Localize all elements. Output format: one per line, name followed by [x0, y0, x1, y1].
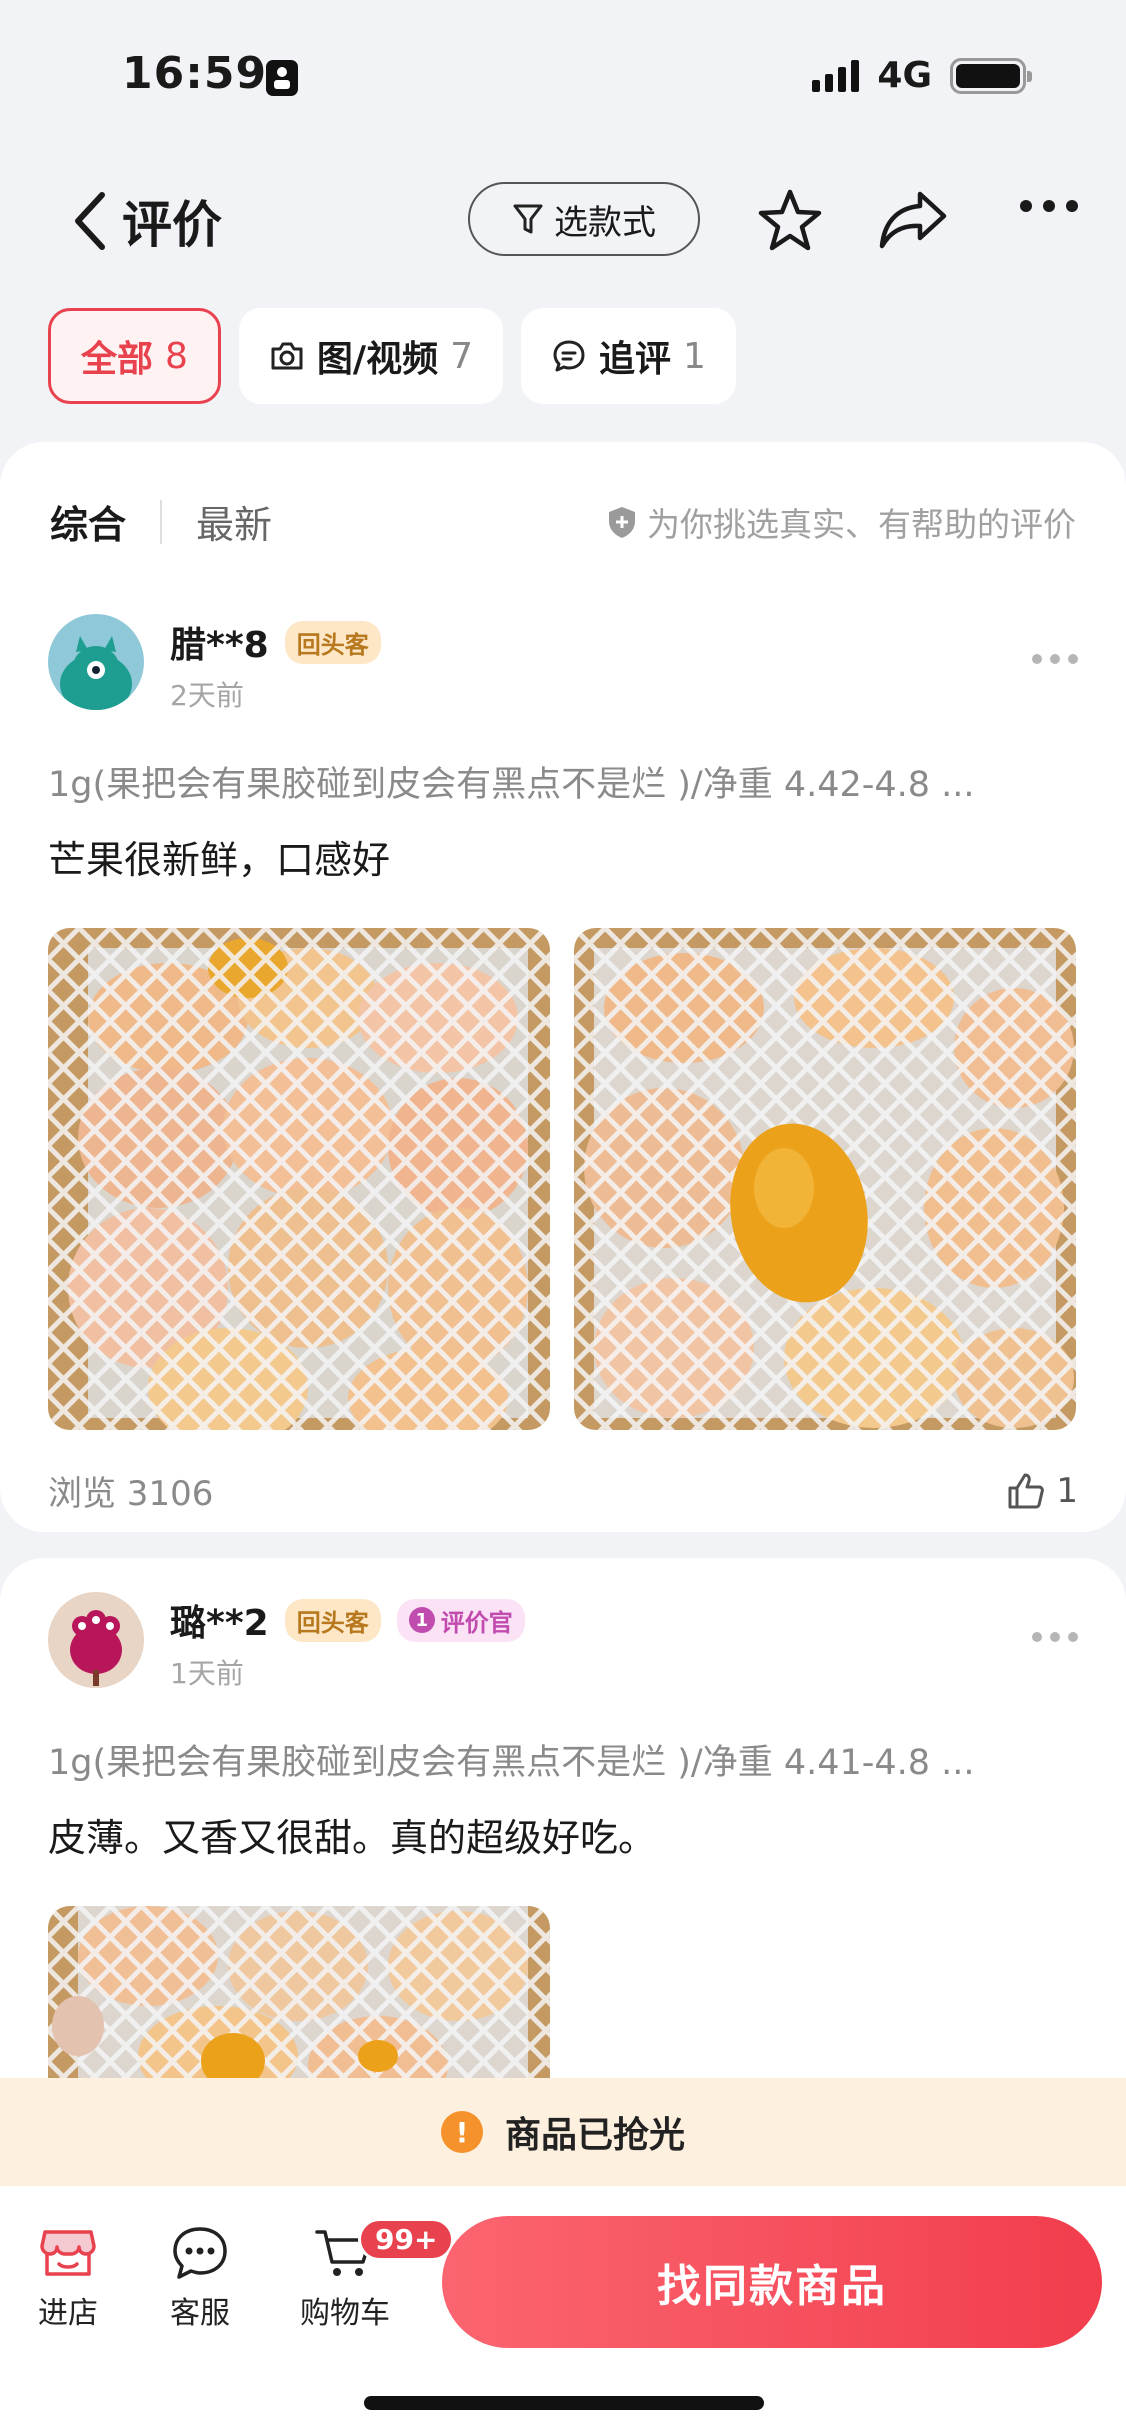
review-time: 2天前	[170, 679, 244, 712]
badge-level-icon: 1	[408, 1607, 435, 1633]
back-button[interactable]: 评价	[70, 185, 222, 257]
sort-tab-overall[interactable]: 综合	[50, 494, 126, 549]
review-time: 1天前	[170, 1657, 244, 1690]
review-more-icon[interactable]	[1032, 1632, 1078, 1642]
filter-chip-media[interactable]: 图/视频 7	[238, 308, 503, 404]
cellular-signal-icon	[812, 59, 860, 92]
share-icon[interactable]	[878, 188, 950, 250]
review-more-icon[interactable]	[1032, 654, 1078, 664]
status-time: 16:59	[122, 48, 268, 99]
style-filter-label: 选款式	[554, 202, 656, 243]
sold-out-notice: ! 商品已抢光	[0, 2078, 1126, 2186]
sort-hint: 为你挑选真实、有帮助的评价	[607, 498, 1076, 546]
review-photo[interactable]	[48, 928, 550, 1430]
filter-icon	[513, 204, 543, 234]
review-photo[interactable]	[574, 928, 1076, 1430]
cart-button[interactable]: 购物车 99+	[300, 2218, 455, 2332]
customer-service-button[interactable]: 客服	[170, 2226, 230, 2332]
battery-icon	[950, 57, 1032, 94]
sort-tab-latest[interactable]: 最新	[196, 494, 272, 549]
lock-screen-icon	[266, 60, 298, 96]
cart-label: 购物车	[300, 2296, 390, 2331]
divider	[160, 499, 163, 544]
store-button[interactable]: 进店	[38, 2226, 98, 2332]
reviewer-name: 璐**2	[170, 1603, 269, 1644]
network-type: 4G	[877, 55, 932, 96]
home-indicator	[364, 2396, 764, 2410]
like-button[interactable]: 1	[1006, 1471, 1078, 1511]
shield-icon	[609, 506, 635, 538]
comment-icon	[553, 340, 585, 372]
find-similar-button[interactable]: 找同款商品	[442, 2216, 1102, 2348]
filter-chips: 全部 8 图/视频 7 追评 1	[48, 308, 736, 404]
review-content: 皮薄。又香又很甜。真的超级好吃。	[48, 1816, 657, 1860]
reviewer-official-badge: 1 评价官	[396, 1598, 525, 1642]
view-count: 浏览 3106	[48, 1474, 214, 1514]
chat-icon	[173, 2227, 227, 2279]
product-spec: 1g(果把会有果胶碰到皮会有黑点不是烂 )/净重 4.42-4.8 ...	[48, 765, 975, 805]
alert-icon: !	[440, 2111, 483, 2153]
reviewer-name: 腊**8	[170, 625, 269, 666]
like-count: 1	[1056, 1470, 1078, 1511]
sold-out-text: 商品已抢光	[504, 2115, 685, 2156]
review-content: 芒果很新鲜，口感好	[48, 838, 391, 882]
review-item: 腊**8 回头客 2天前 1g(果把会有果胶碰到皮会有黑点不是烂 )/净重 4.…	[48, 614, 1078, 1515]
status-bar: 16:59 4G	[0, 0, 1126, 150]
repeat-customer-badge: 回头客	[284, 620, 381, 664]
filter-chip-followup[interactable]: 追评 1	[520, 308, 736, 404]
sort-bar: 综合 最新 为你挑选真实、有帮助的评价	[50, 494, 1076, 549]
star-icon[interactable]	[756, 188, 824, 254]
customer-service-label: 客服	[170, 2296, 230, 2331]
more-options-icon[interactable]	[1018, 198, 1080, 214]
avatar[interactable]	[48, 614, 144, 710]
store-label: 进店	[38, 2296, 98, 2331]
style-filter-button[interactable]: 选款式	[468, 182, 700, 256]
review-card: 综合 最新 为你挑选真实、有帮助的评价 腊**8 回头客 2天前 1g(果把会有…	[0, 442, 1126, 1532]
camera-icon	[271, 342, 303, 370]
store-icon	[40, 2230, 96, 2276]
thumbs-up-icon	[1008, 1473, 1045, 1508]
chevron-left-icon	[75, 192, 105, 250]
cart-count-badge: 99+	[358, 2218, 455, 2261]
product-spec: 1g(果把会有果胶碰到皮会有黑点不是烂 )/净重 4.41-4.8 ...	[48, 1743, 975, 1783]
avatar[interactable]	[48, 1592, 144, 1688]
page-title: 评价	[122, 196, 222, 254]
review-photos	[48, 928, 1078, 1430]
filter-chip-all[interactable]: 全部 8	[48, 308, 221, 404]
repeat-customer-badge: 回头客	[284, 1598, 381, 1642]
nav-bar: 评价 选款式	[0, 170, 1126, 270]
